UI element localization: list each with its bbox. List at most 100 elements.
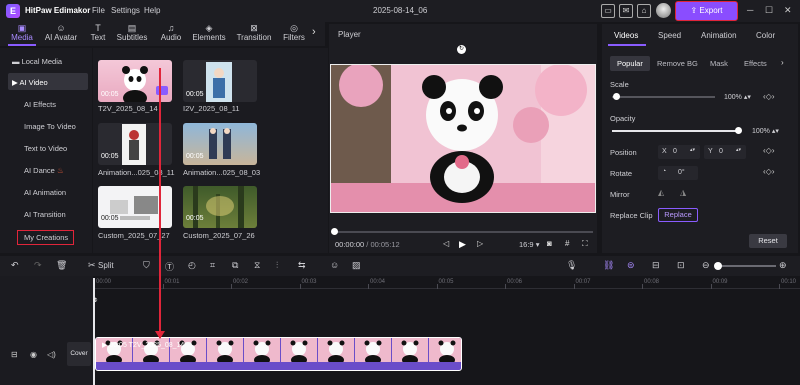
text-box-icon[interactable]: Ⓣ	[165, 260, 174, 273]
scale-slider[interactable]	[612, 96, 715, 98]
chevron-right-icon[interactable]: ›	[312, 26, 316, 38]
subtab-effects[interactable]: Effects	[744, 59, 767, 68]
ruler-tick: 00:02	[233, 279, 249, 285]
subtab-popular[interactable]: Popular	[617, 59, 643, 68]
zoom-knob[interactable]	[714, 262, 722, 270]
seek-knob[interactable]	[331, 228, 338, 235]
audio-detach-icon[interactable]: ⫶	[276, 260, 278, 271]
next-frame-icon[interactable]: ▷	[477, 239, 483, 248]
link-icon[interactable]: ⛓	[603, 260, 614, 271]
aspect-ratio-select[interactable]: 16:9 ▾	[519, 240, 539, 249]
sidebar-item-image-to-video[interactable]: Image To Video	[24, 122, 76, 131]
minimize-icon[interactable]: ─	[747, 5, 753, 15]
sidebar-item-ai-dance[interactable]: AI Dance ♨	[24, 166, 64, 175]
speaker-icon[interactable]: ◁)	[47, 350, 56, 359]
microphone-icon[interactable]: 🎙	[566, 260, 577, 271]
flip-vertical-icon[interactable]: ◮	[680, 188, 686, 197]
fit-icon[interactable]: ⊡	[677, 260, 685, 271]
tab-media[interactable]: ▣ Media	[0, 23, 44, 45]
seek-track[interactable]	[333, 231, 593, 233]
tab-color[interactable]: Color	[756, 31, 775, 40]
eye-icon[interactable]: ◉	[30, 350, 37, 359]
feedback-icon[interactable]: ✉	[619, 4, 633, 18]
split-view-icon[interactable]: ⊟	[652, 260, 660, 271]
sidebar-item-ai-animation[interactable]: AI Animation	[24, 188, 66, 197]
maximize-icon[interactable]: ☐	[765, 5, 773, 16]
delete-icon[interactable]: 🗑	[56, 260, 67, 271]
scale-value[interactable]: 100% ▴▾	[724, 93, 751, 101]
fullscreen-icon[interactable]: ⛶	[582, 239, 588, 249]
tab-label: Transition	[236, 33, 272, 42]
keyframe-icon[interactable]: ‹◇›	[763, 146, 774, 155]
tab-videos[interactable]: Videos	[614, 31, 638, 40]
playhead-handle-icon[interactable]: ⌽	[93, 295, 98, 305]
menu-file[interactable]: File	[92, 6, 105, 15]
zoom-slider[interactable]	[716, 265, 776, 267]
total-time: / 00:05:12	[366, 240, 400, 249]
tab-subtitles[interactable]: ▤ Subtitles	[110, 23, 154, 45]
sidebar-item-ai-effects[interactable]: AI Effects	[24, 100, 56, 109]
tab-label: Text	[90, 33, 106, 42]
image-icon[interactable]: ▨	[352, 260, 361, 271]
zoom-in-icon[interactable]: ⊕	[779, 260, 787, 271]
opacity-value[interactable]: 100% ▴▾	[752, 127, 779, 135]
shield-icon[interactable]: ⛉	[143, 260, 150, 271]
media-name: Animation...025_08_03	[183, 168, 261, 177]
subtab-mask[interactable]: Mask	[710, 59, 728, 68]
export-button[interactable]: ⇪ Export	[675, 1, 738, 21]
grid-icon[interactable]: #	[565, 239, 569, 248]
tab-transition[interactable]: ⊠ Transition	[232, 23, 276, 45]
freeze-icon[interactable]: ⧉	[232, 260, 238, 271]
sidebar-label-my-creations: My Creations	[24, 233, 69, 242]
face-icon[interactable]: ☺	[330, 260, 339, 270]
sidebar-item-text-to-video[interactable]: Text to Video	[24, 144, 67, 153]
reverse-icon[interactable]: ⇆	[298, 260, 306, 271]
stepper-icon[interactable]: ▴▾	[690, 147, 695, 153]
tab-speed[interactable]: Speed	[658, 31, 681, 40]
tutorial-icon[interactable]: ▭	[601, 4, 615, 18]
speed-icon[interactable]: ◴	[188, 260, 196, 271]
split-button[interactable]: ✂ Split	[88, 260, 114, 271]
flip-horizontal-icon[interactable]: ◭	[658, 188, 664, 197]
snapshot-icon[interactable]: ◙	[547, 239, 552, 248]
sidebar-item-ai-transition[interactable]: AI Transition	[24, 210, 66, 219]
tab-animation[interactable]: Animation	[701, 31, 737, 40]
stepper-icon[interactable]: ▴▾	[736, 147, 741, 153]
prev-frame-icon[interactable]: ◁	[443, 239, 449, 248]
crop-icon[interactable]: ⌗	[210, 260, 215, 271]
cover-button[interactable]: Cover	[67, 342, 91, 366]
zoom-out-icon[interactable]: ⊖	[702, 260, 710, 271]
sidebar-item-local-media[interactable]: ▬ Local Media	[12, 57, 62, 66]
tab-filters[interactable]: ◎ Filters	[272, 23, 316, 45]
menu-settings[interactable]: Settings	[111, 6, 140, 15]
chevron-right-icon[interactable]: ›	[781, 58, 784, 67]
filters-icon: ◎	[290, 23, 298, 33]
opacity-knob[interactable]	[735, 127, 742, 134]
media-duration: 00:05	[101, 215, 119, 222]
app-name: HitPaw Edimakor	[25, 6, 91, 15]
gift-icon[interactable]: ⌂	[637, 4, 651, 18]
tab-elements[interactable]: ◈ Elements	[187, 23, 231, 45]
replace-button[interactable]: Replace	[658, 208, 698, 222]
add-to-timeline-icon[interactable]	[156, 86, 168, 95]
subtab-remove-bg[interactable]: Remove BG	[657, 59, 698, 68]
undo-icon[interactable]: ↶	[11, 260, 19, 271]
media-name: Animation...025_08_11	[98, 168, 175, 177]
close-icon[interactable]: ✕	[784, 5, 792, 16]
time-readout: 00:00:00 / 00:05:12	[335, 240, 400, 249]
reset-button[interactable]: Reset	[749, 234, 787, 248]
ruler-tick-mark	[368, 284, 369, 289]
opacity-label: Opacity	[610, 114, 636, 123]
magnet-icon[interactable]: ⊜	[627, 260, 635, 271]
redo-icon[interactable]: ↷	[34, 260, 42, 271]
keyframe-icon[interactable]: ‹◇›	[763, 167, 774, 176]
menu-help[interactable]: Help	[144, 6, 160, 15]
user-avatar[interactable]	[656, 3, 671, 18]
play-icon[interactable]: ▶	[459, 239, 466, 250]
keyframe-icon[interactable]: ‹◇›	[763, 92, 774, 101]
mirror-icon[interactable]: ⧖	[254, 260, 260, 271]
rotate-handle-icon[interactable]: ↻	[457, 45, 466, 54]
clip-label: ▶ 00:05 T2V_2025_08_14	[102, 341, 184, 349]
preview-frame[interactable]	[330, 63, 596, 213]
lock-icon[interactable]: ⊟	[11, 350, 18, 359]
